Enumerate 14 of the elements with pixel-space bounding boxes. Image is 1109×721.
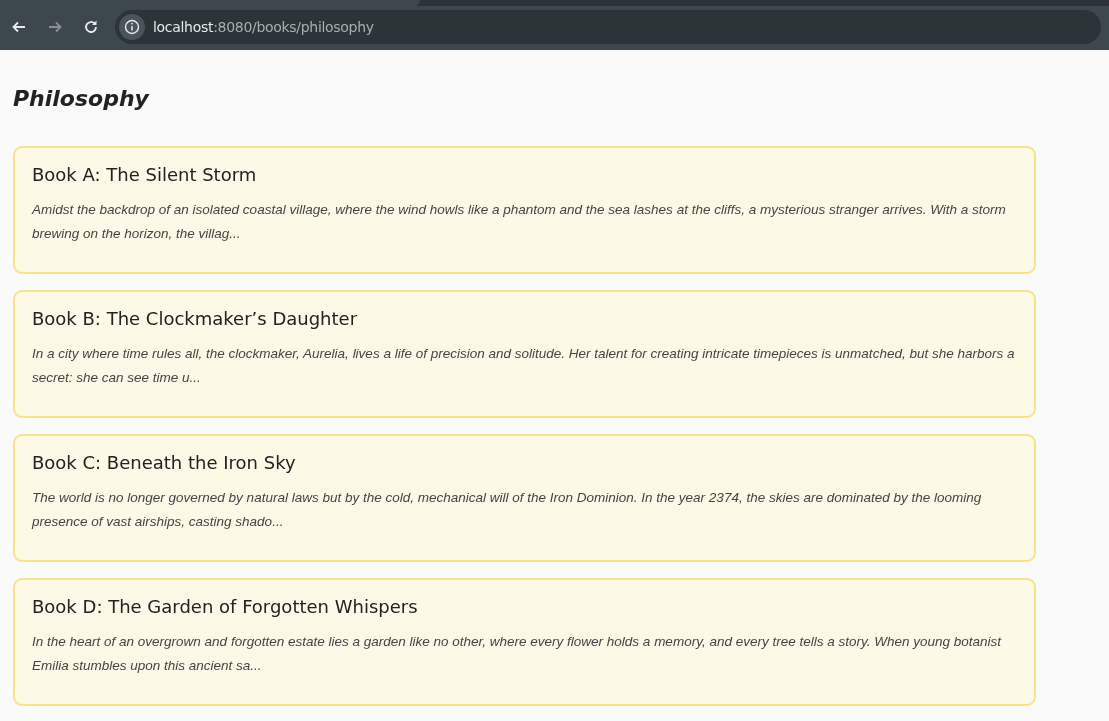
info-icon <box>119 14 145 40</box>
reload-icon[interactable] <box>83 19 99 35</box>
book-title: Book B: The Clockmaker’s Daughter <box>32 307 359 331</box>
book-description: In the heart of an overgrown and forgotten estate lies a garden like no other, where every flower holds a memory, and every tree tells a story. When young botanist Emilia stumbles upon this ancient sa... <box>32 633 1003 675</box>
address-bar[interactable]: localhost:8080/books/philosophy <box>115 10 1101 44</box>
forward-icon[interactable] <box>47 19 63 35</box>
book-title: Book A: The Silent Storm <box>32 163 258 187</box>
back-icon[interactable] <box>11 19 27 35</box>
book-title: Book C: Beneath the Iron Sky <box>32 451 297 475</box>
page-title: Philosophy <box>13 85 151 113</box>
book-title: Book D: The Garden of Forgotten Whispers <box>32 595 419 619</box>
book-description: Amidst the backdrop of an isolated coastal village, where the wind howls like a phantom and the sea lashes at the cliffs, a mysterious stranger arrives. With a storm brewing on the horizon, the villag... <box>32 201 1007 243</box>
book-description: The world is no longer governed by natural laws but by the cold, mechanical will of the Iron Dominion. In the year 2374, the skies are dominated by the looming presence of vast airships, casting shado... <box>32 489 983 531</box>
book-description: In a city where time rules all, the clockmaker, Aurelia, lives a life of precision and solitude. Her talent for creating intricate timepieces is unmatched, but she harbors a secret: she can see time u... <box>32 345 1016 387</box>
